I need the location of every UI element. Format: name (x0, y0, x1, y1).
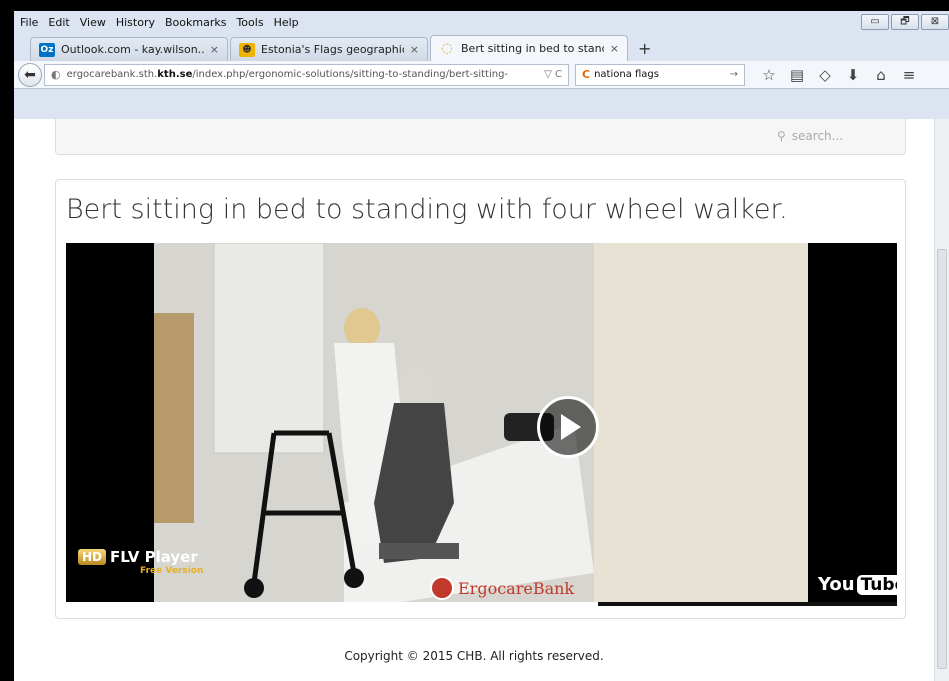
youtube-logo[interactable]: You Tube (818, 574, 897, 595)
play-button[interactable] (537, 396, 599, 458)
tab-label: Outlook.com - kay.wilson... (61, 43, 204, 56)
toolbar-icons: ☆ ▤ ◇ ⬇ ⌂ ≡ (755, 66, 923, 84)
ergocarebank-icon (430, 576, 454, 600)
menu-icon[interactable]: ≡ (895, 66, 923, 84)
menu-bar: File Edit View History Bookmarks Tools H… (14, 11, 949, 33)
tab-label: Estonia's Flags geographic.... (261, 43, 404, 56)
url-bar[interactable]: ◐ ergocarebank.sth.kth.se/index.php/ergo… (44, 63, 569, 86)
menu-view[interactable]: View (80, 16, 106, 29)
tab-bert-sitting[interactable]: ◌ Bert sitting in bed to standi... × (430, 35, 628, 61)
hd-badge: HD (78, 549, 107, 565)
url-text[interactable]: ergocarebank.sth.kth.se/index.php/ergono… (67, 69, 541, 80)
menu-bookmarks[interactable]: Bookmarks (165, 16, 226, 29)
flv-player-name: FLV Player (110, 548, 198, 566)
search-go-icon[interactable]: → (730, 69, 738, 80)
tab-label: Bert sitting in bed to standi... (461, 42, 604, 55)
vertical-scrollbar[interactable] (934, 119, 949, 681)
youtube-tube: Tube (856, 574, 897, 595)
flv-free-version: Free Version (140, 566, 204, 576)
menu-file[interactable]: File (20, 16, 38, 29)
menu-history[interactable]: History (116, 16, 155, 29)
home-icon[interactable]: ⌂ (867, 66, 895, 84)
close-tab-icon[interactable]: × (610, 42, 619, 55)
close-window-button[interactable]: ⊠ (921, 14, 949, 30)
new-tab-button[interactable]: + (638, 37, 651, 61)
search-panel: ⚲ search... (55, 119, 906, 155)
menu-edit[interactable]: Edit (48, 16, 69, 29)
article-panel: Bert sitting in bed to standing with fou… (55, 179, 906, 619)
reload-icon[interactable]: ▽ C (544, 69, 562, 80)
loading-icon: ◌ (441, 41, 453, 56)
video-frame (154, 243, 808, 606)
menu-help[interactable]: Help (274, 16, 299, 29)
download-icon[interactable]: ⬇ (839, 66, 867, 84)
video-progress-fill (66, 602, 598, 606)
copyright-text: Copyright © 2015 CHB. All rights reserve… (344, 649, 604, 663)
globe-icon: ◐ (51, 68, 61, 81)
page-content: ⚲ search... Bert sitting in bed to stand… (14, 119, 934, 681)
back-button[interactable]: ⬅ (18, 62, 42, 87)
search-placeholder: search... (791, 129, 844, 143)
ergocarebank-watermark: ErgocareBank (430, 576, 574, 600)
smiley-icon: ☻ (239, 42, 255, 57)
close-tab-icon[interactable]: × (410, 43, 419, 56)
video-still (154, 243, 808, 606)
close-tab-icon[interactable]: × (210, 43, 219, 56)
flv-player-logo: HD FLV Player Free Version (78, 548, 203, 576)
back-arrow-icon: ⬅ (24, 66, 36, 83)
search-bar-text[interactable]: nationa flags (594, 69, 730, 80)
navigation-bar: ⬅ ◐ ergocarebank.sth.kth.se/index.php/er… (14, 61, 949, 89)
youtube-you: You (818, 574, 855, 595)
pocket-icon[interactable]: ◇ (811, 66, 839, 84)
video-progress-bar[interactable] (66, 602, 897, 606)
bookmark-star-icon[interactable]: ☆ (755, 66, 783, 84)
restore-button[interactable]: 🗗 (891, 14, 919, 30)
tab-bar: Oz Outlook.com - kay.wilson... × ☻ Eston… (14, 33, 949, 61)
outlook-icon: Oz (39, 42, 55, 57)
ergocarebank-name: ErgocareBank (458, 578, 575, 598)
video-player[interactable]: HD FLV Player Free Version ErgocareBank … (66, 243, 897, 606)
search-icon: ⚲ (777, 129, 786, 143)
tab-estonia-flags[interactable]: ☻ Estonia's Flags geographic.... × (230, 37, 428, 61)
reading-list-icon[interactable]: ▤ (783, 66, 811, 84)
search-bar[interactable]: C nationa flags → (575, 63, 745, 86)
search-engine-icon: C (582, 68, 591, 81)
site-search-input[interactable]: ⚲ search... (777, 125, 887, 147)
browser-window: File Edit View History Bookmarks Tools H… (14, 11, 949, 681)
tab-outlook[interactable]: Oz Outlook.com - kay.wilson... × (30, 37, 228, 61)
scrollbar-thumb[interactable] (937, 249, 947, 669)
window-controls: ▭ 🗗 ⊠ (859, 14, 949, 30)
menu-tools[interactable]: Tools (236, 16, 263, 29)
minimize-button[interactable]: ▭ (861, 14, 889, 30)
video-title: Bert sitting in bed to standing with fou… (66, 194, 788, 225)
